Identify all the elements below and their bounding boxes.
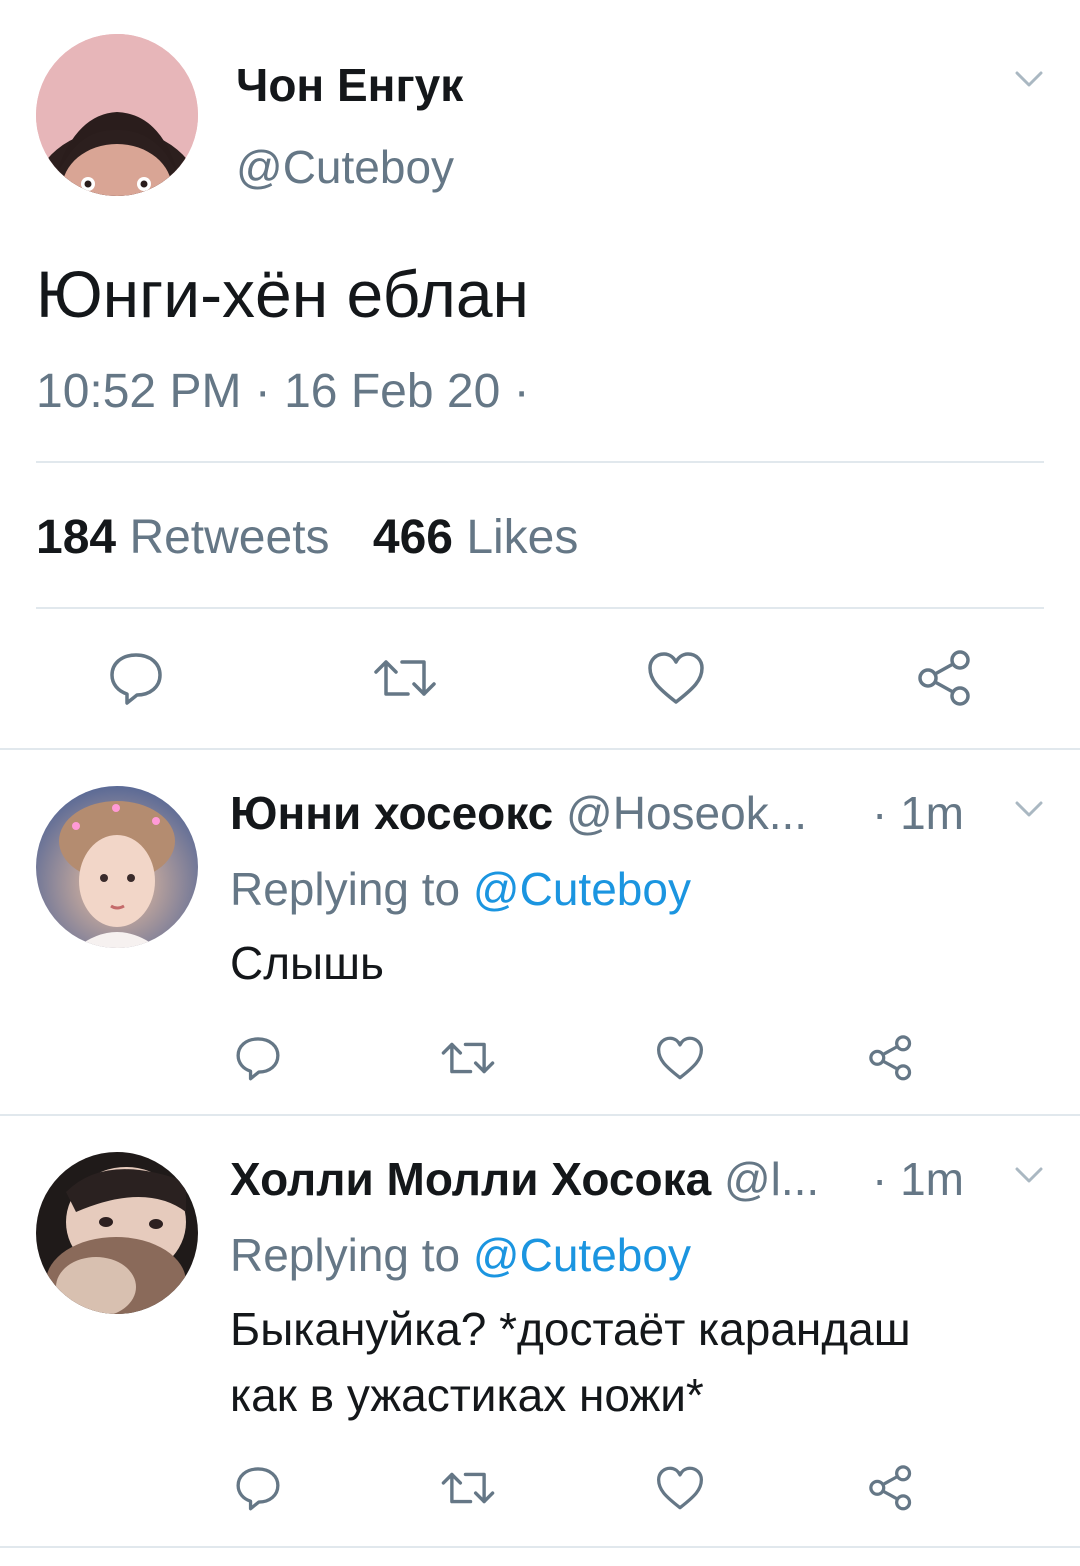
retweets-count[interactable]: 184 <box>36 511 116 564</box>
retweets-label[interactable]: Retweets <box>129 511 329 564</box>
reply-time[interactable]: · 1m <box>872 786 964 840</box>
reply-text: Слышь <box>230 937 384 989</box>
reply-icon[interactable] <box>232 1462 284 1514</box>
reply-icon[interactable] <box>104 646 168 710</box>
reply-text-line: Быкануйка? *достаёт карандаш <box>230 1303 911 1355</box>
divider <box>0 1114 1080 1116</box>
heart-icon[interactable] <box>644 646 708 710</box>
retweet-icon[interactable] <box>438 1032 498 1084</box>
divider <box>36 607 1044 609</box>
reply-avatar[interactable] <box>36 786 198 948</box>
reply-header: Юнни хосеокс @Hoseok... <box>230 786 807 840</box>
reply-author-name[interactable]: Юнни хосеокс <box>230 787 553 839</box>
reply-handle[interactable]: @Hoseok... <box>566 787 807 839</box>
main-tweet-timestamp[interactable]: 10:52 PM · 16 Feb 20 · <box>36 364 530 419</box>
chevron-down-icon[interactable] <box>1012 1158 1046 1192</box>
chevron-down-icon[interactable] <box>1012 62 1046 96</box>
divider <box>36 461 1044 463</box>
chevron-down-icon[interactable] <box>1012 792 1046 826</box>
reply-handle[interactable]: @l... <box>724 1153 819 1205</box>
replying-to: Replying to @Cuteboy <box>230 1228 691 1282</box>
main-tweet-stats: 184 Retweets 466 Likes <box>36 510 578 565</box>
reply-header: Холли Молли Хосока @l... <box>230 1152 819 1206</box>
main-tweet-handle[interactable]: @Cuteboy <box>236 140 454 194</box>
reply-icon[interactable] <box>232 1032 284 1084</box>
likes-label[interactable]: Likes <box>466 511 578 564</box>
replying-to-label: Replying to <box>230 1229 461 1281</box>
replying-to-handle-link[interactable]: @Cuteboy <box>473 1229 691 1281</box>
reply-text-line: как в ужастиках ножи* <box>230 1369 704 1421</box>
divider <box>0 1546 1080 1548</box>
retweet-icon[interactable] <box>370 646 440 710</box>
replying-to-handle-link[interactable]: @Cuteboy <box>473 863 691 915</box>
heart-icon[interactable] <box>654 1462 706 1514</box>
share-icon[interactable] <box>912 644 978 710</box>
main-tweet-text: Юнги-хён еблан <box>36 257 530 331</box>
reply-time[interactable]: · 1m <box>872 1152 964 1206</box>
main-tweet-avatar[interactable] <box>36 34 198 196</box>
share-icon[interactable] <box>864 1030 918 1084</box>
retweet-icon[interactable] <box>438 1462 498 1514</box>
replying-to: Replying to @Cuteboy <box>230 862 691 916</box>
divider <box>0 748 1080 750</box>
reply-author-name[interactable]: Холли Молли Хосока <box>230 1153 711 1205</box>
replying-to-label: Replying to <box>230 863 461 915</box>
likes-count[interactable]: 466 <box>373 511 453 564</box>
reply-avatar[interactable] <box>36 1152 198 1314</box>
share-icon[interactable] <box>864 1460 918 1514</box>
heart-icon[interactable] <box>654 1032 706 1084</box>
main-tweet-author-name[interactable]: Чон Енгук <box>236 58 463 112</box>
